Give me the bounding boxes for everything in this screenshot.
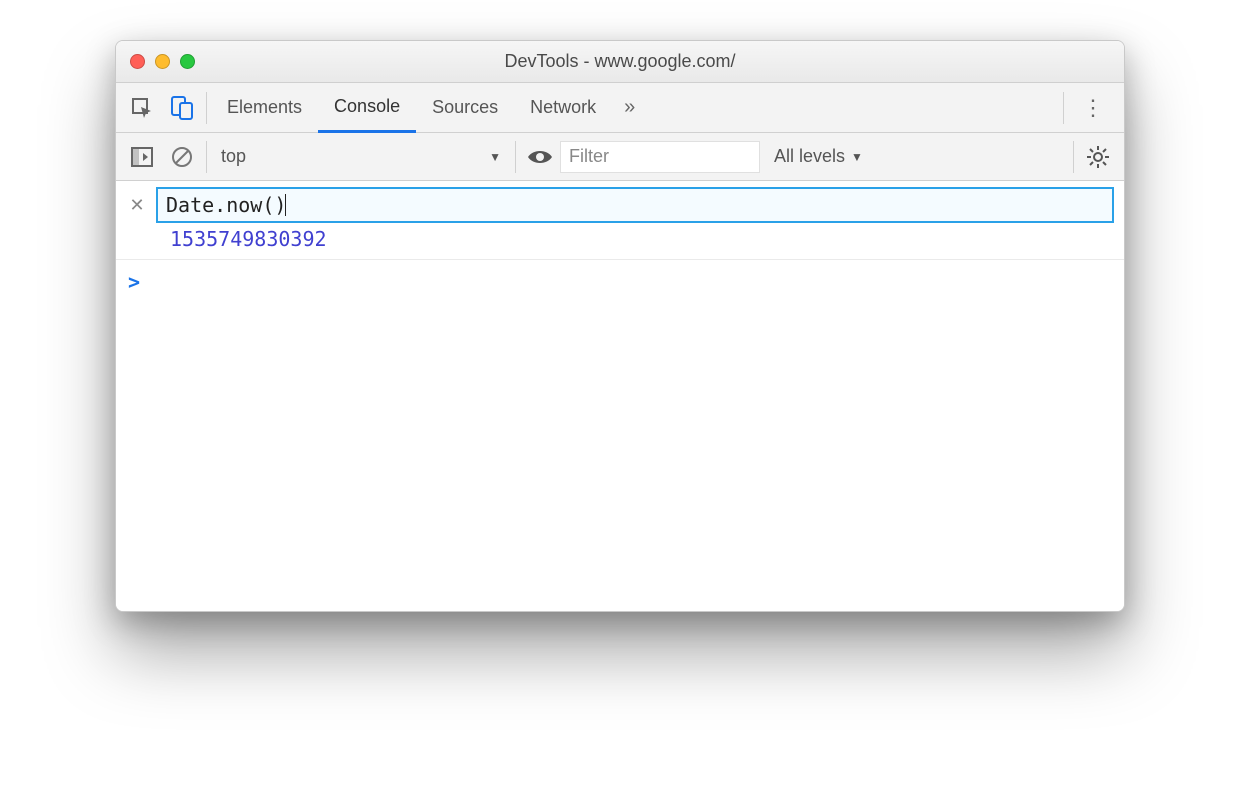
devtools-window: DevTools - www.google.com/ Elements Cons… — [115, 40, 1125, 612]
show-console-sidebar-icon[interactable] — [122, 133, 162, 180]
titlebar: DevTools - www.google.com/ — [116, 41, 1124, 83]
text-caret — [285, 194, 286, 216]
separator — [1073, 141, 1074, 173]
inspect-icon[interactable] — [122, 83, 162, 132]
tab-sources[interactable]: Sources — [416, 83, 514, 132]
console-toolbar: top ▼ All levels ▼ — [116, 133, 1124, 181]
tab-console[interactable]: Console — [318, 84, 416, 133]
settings-icon[interactable] — [1078, 133, 1118, 180]
separator — [515, 141, 516, 173]
separator — [206, 141, 207, 173]
separator — [206, 92, 207, 124]
log-levels-label: All levels — [774, 146, 845, 167]
console-prompt[interactable]: > — [116, 260, 1124, 304]
eager-result: 1535749830392 — [126, 227, 1114, 251]
device-icon[interactable] — [162, 83, 202, 132]
tab-elements[interactable]: Elements — [211, 83, 318, 132]
filter-input[interactable] — [560, 141, 760, 173]
overflow-tabs-button[interactable]: » — [612, 96, 647, 119]
prompt-chevron-icon: > — [128, 270, 140, 294]
clear-console-icon[interactable] — [162, 133, 202, 180]
window-title: DevTools - www.google.com/ — [116, 51, 1124, 72]
log-levels-selector[interactable]: All levels ▼ — [760, 146, 877, 167]
eager-evaluation-entry: ✕ Date.now() 1535749830392 — [116, 181, 1124, 260]
close-icon[interactable]: ✕ — [126, 195, 148, 216]
separator — [1063, 92, 1064, 124]
devtools-tabstrip: Elements Console Sources Network » ⋮ — [116, 83, 1124, 133]
dropdown-icon: ▼ — [489, 150, 501, 164]
dropdown-icon: ▼ — [851, 150, 863, 164]
live-expression-icon[interactable] — [520, 133, 560, 180]
tab-network[interactable]: Network — [514, 83, 612, 132]
menu-icon[interactable]: ⋮ — [1068, 95, 1118, 121]
eager-expression-text: Date.now() — [166, 193, 286, 217]
console-body: ✕ Date.now() 1535749830392 > — [116, 181, 1124, 611]
execution-context-label: top — [221, 146, 485, 167]
console-input[interactable]: Date.now() — [156, 187, 1114, 223]
execution-context-selector[interactable]: top ▼ — [211, 133, 511, 180]
